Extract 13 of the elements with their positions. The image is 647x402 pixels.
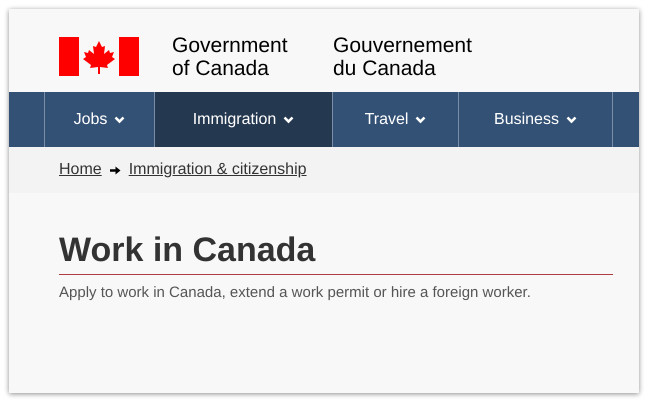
intro-text: Apply to work in Canada, extend a work permit or hire a foreign worker. xyxy=(59,284,532,301)
breadcrumb-link[interactable]: Immigration & citizenship xyxy=(128,161,307,179)
government-name: Government of Canada xyxy=(172,34,289,80)
page-title: Work in Canada xyxy=(59,230,613,275)
chevron-down-icon xyxy=(415,116,426,124)
breadcrumb-link[interactable]: Home xyxy=(59,161,102,179)
chevron-down-icon xyxy=(566,116,577,124)
flag-icon xyxy=(59,37,139,76)
chevron-down-icon xyxy=(283,116,294,124)
chevron-down-icon xyxy=(114,116,126,124)
arrow-right-icon xyxy=(110,166,121,174)
menu-item[interactable]: Immigration xyxy=(155,92,333,147)
government-name: Gouvernement du Canada xyxy=(333,34,472,80)
